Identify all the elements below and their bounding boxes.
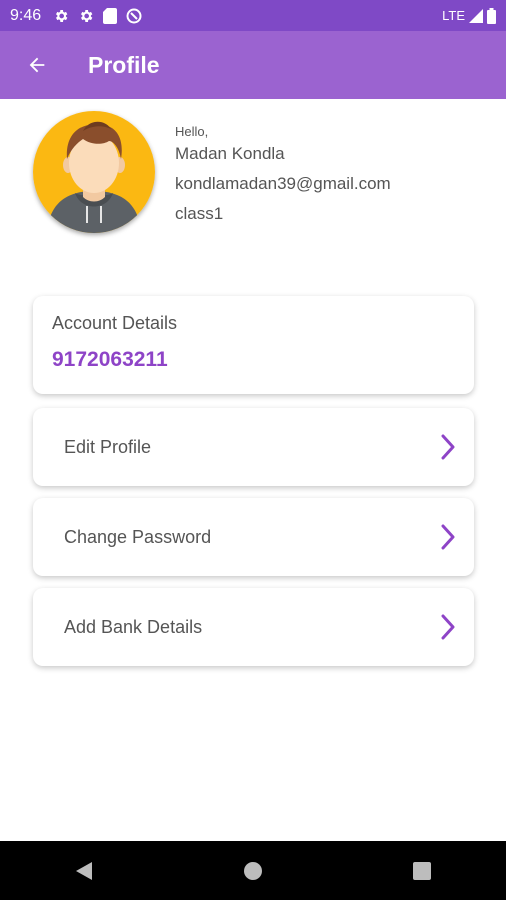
back-triangle-icon <box>76 861 93 880</box>
account-number: 9172063211 <box>52 348 168 371</box>
signal-icon <box>469 8 483 23</box>
nav-back-button[interactable] <box>64 851 104 891</box>
sd-card-icon <box>103 7 118 24</box>
settings-icon <box>81 9 93 22</box>
greeting-text: Hello, <box>175 124 209 139</box>
status-bar: 9:46 LTE <box>0 0 506 31</box>
account-details-card: Account Details 9172063211 <box>33 296 474 394</box>
menu-item-label: Edit Profile <box>64 436 152 457</box>
menu-item-label: Change Password <box>64 526 212 547</box>
chevron-right-icon <box>441 524 455 550</box>
nav-home-button[interactable] <box>233 851 273 891</box>
add-bank-details-button[interactable]: Add Bank Details <box>33 588 474 666</box>
home-circle-icon <box>243 861 262 880</box>
data-saver-icon <box>126 8 142 23</box>
user-name: Madan Kondla <box>175 144 285 163</box>
status-notification-icons <box>53 7 142 24</box>
page-title: Profile <box>88 51 160 78</box>
status-system-icons: LTE <box>442 7 496 24</box>
change-password-button[interactable]: Change Password <box>33 498 474 576</box>
recents-square-icon <box>412 861 431 880</box>
chevron-right-icon <box>441 614 455 640</box>
nav-recents-button[interactable] <box>402 851 442 891</box>
settings-icon <box>56 9 68 22</box>
account-details-label: Account Details <box>52 313 178 333</box>
battery-icon <box>487 7 496 24</box>
status-time: 9:46 <box>10 6 42 24</box>
system-nav-bar <box>0 841 506 900</box>
app-bar: Profile <box>0 31 506 99</box>
edit-profile-button[interactable]: Edit Profile <box>33 408 474 486</box>
network-type: LTE <box>442 8 465 23</box>
menu-item-label: Add Bank Details <box>64 616 203 637</box>
user-email: kondlamadan39@gmail.com <box>175 174 391 193</box>
back-button[interactable] <box>22 50 52 80</box>
user-class: class1 <box>175 204 224 223</box>
arrow-back-icon <box>29 57 45 73</box>
chevron-right-icon <box>441 434 455 460</box>
user-avatar[interactable] <box>33 111 155 233</box>
